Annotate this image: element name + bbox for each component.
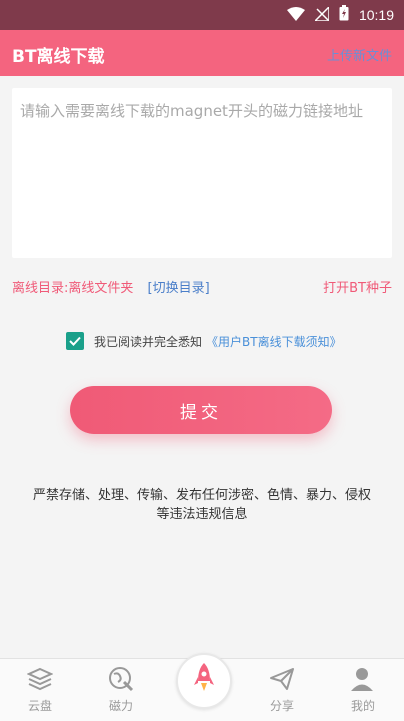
directory-row: 离线目录:离线文件夹 [切换目录]: [12, 277, 210, 296]
upload-new-file-button[interactable]: 上传新文件: [327, 45, 392, 64]
nav-label-cloud: 云盘: [27, 699, 52, 713]
notice-line-1: 严禁存储、处理、传输、发布任何涉密、色情、暴力、侵权: [32, 488, 371, 503]
agreement-link[interactable]: 《用户BT离线下载须知》: [206, 333, 342, 350]
user-icon: [350, 665, 376, 693]
agreement-text: 我已阅读并完全悉知: [94, 334, 203, 349]
agreement-row: 我已阅读并完全悉知 《用户BT离线下载须知》: [66, 332, 342, 350]
status-bar: 10:19: [0, 0, 404, 30]
nav-label-share: 分享: [269, 699, 294, 713]
battery-charging-icon: [339, 5, 349, 25]
nav-item-rocket[interactable]: [176, 653, 232, 709]
no-signal-icon: [313, 4, 330, 25]
nav-label-magnet: 磁力: [108, 699, 133, 713]
magnet-input-card: [12, 88, 392, 258]
bottom-nav: 云盘 磁力 分享 我的: [0, 653, 404, 721]
magnet-globe-icon: [108, 665, 134, 693]
nav-item-share[interactable]: 分享: [247, 659, 317, 721]
layers-icon: [27, 665, 53, 693]
status-time: 10:19: [358, 7, 394, 23]
app-bar: BT离线下载 上传新文件: [0, 30, 404, 76]
magnet-link-input[interactable]: [12, 88, 392, 258]
agree-checkbox[interactable]: [66, 332, 84, 350]
nav-label-me: 我的: [350, 699, 375, 713]
nav-item-cloud[interactable]: 云盘: [5, 659, 75, 721]
status-icons: 10:19: [286, 4, 394, 25]
wifi-icon: [286, 6, 305, 25]
rocket-icon: [190, 661, 218, 701]
nav-item-magnet[interactable]: 磁力: [86, 659, 156, 721]
submit-button[interactable]: 提交: [70, 386, 332, 434]
paper-plane-icon: [269, 665, 295, 693]
check-icon: [69, 336, 81, 346]
legal-notice: 严禁存储、处理、传输、发布任何涉密、色情、暴力、侵权 等违法违规信息: [20, 486, 384, 524]
open-bt-seed-button[interactable]: 打开BT种子: [323, 277, 392, 296]
notice-line-2: 等违法违规信息: [156, 507, 248, 522]
offline-directory-label: 离线目录:离线文件夹: [12, 281, 134, 296]
nav-item-me[interactable]: 我的: [328, 659, 398, 721]
switch-directory-button[interactable]: [切换目录]: [148, 281, 210, 296]
page-title: BT离线下载: [12, 47, 105, 67]
